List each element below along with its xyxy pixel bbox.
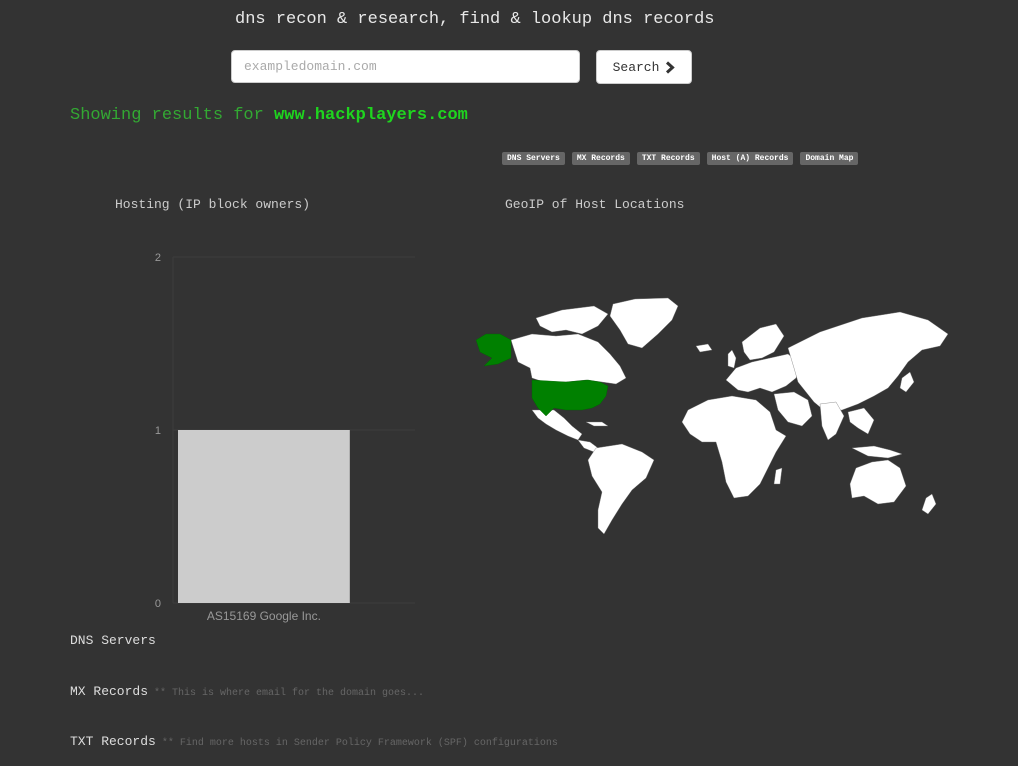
map-indonesia (851, 445, 903, 459)
results-domain: www.hackplayers.com (274, 106, 468, 125)
map-greenland (609, 297, 679, 349)
mx-records-heading: MX Records (70, 684, 149, 699)
map-southeast-asia (847, 407, 875, 435)
map-madagascar (773, 467, 783, 485)
map-usa (531, 379, 609, 417)
map-new-zealand (921, 493, 937, 515)
results-heading: Showing results for www.hackplayers.com (70, 106, 468, 125)
geoip-world-map (475, 297, 949, 535)
map-japan (899, 371, 915, 393)
nav-dns-servers-button[interactable]: DNS Servers (502, 152, 565, 165)
results-prefix: Showing results for (70, 106, 275, 125)
map-scandinavia (741, 323, 785, 361)
mx-records-section: MX Records ** This is where email for the… (70, 682, 424, 700)
map-canada (510, 333, 627, 385)
nav-domain-map-button[interactable]: Domain Map (800, 152, 859, 165)
map-australia (849, 459, 907, 505)
chart-bar (178, 430, 350, 603)
map-iceland (695, 343, 713, 353)
chevron-right-icon (665, 60, 676, 74)
section-nav: DNS Servers MX Records TXT Records Host … (502, 152, 859, 165)
search-button-label: Search (612, 59, 660, 75)
map-asia (787, 311, 949, 413)
dns-servers-heading: DNS Servers (70, 633, 156, 648)
hosting-title: Hosting (IP block owners) (115, 197, 311, 212)
chart-y-tick-label: 2 (155, 252, 161, 264)
map-middle-east (773, 391, 813, 427)
dns-servers-section: DNS Servers (70, 631, 156, 649)
chart-y-tick-label: 0 (155, 598, 161, 610)
map-europe (725, 353, 801, 393)
geoip-title: GeoIP of Host Locations (505, 197, 685, 212)
page-tagline: dns recon & research, find & lookup dns … (235, 10, 715, 29)
map-alaska (475, 333, 512, 367)
mx-records-note: ** This is where email for the domain go… (154, 688, 425, 699)
map-cuba (585, 421, 609, 427)
chart-x-tick-label: AS15169 Google Inc. (207, 609, 321, 623)
map-mexico (531, 409, 583, 441)
map-africa (681, 395, 787, 499)
map-uk (727, 349, 737, 369)
hosting-bar-chart: 0 1 2 AS15169 Google Inc. (155, 252, 415, 623)
domain-search-input[interactable] (231, 50, 580, 83)
search-button[interactable]: Search (596, 50, 692, 84)
chart-y-tick-label: 1 (155, 425, 161, 437)
nav-host-records-button[interactable]: Host (A) Records (706, 152, 794, 165)
map-south-america (587, 443, 655, 535)
txt-records-note: ** Find more hosts in Sender Policy Fram… (161, 738, 558, 749)
txt-records-section: TXT Records ** Find more hosts in Sender … (70, 732, 558, 750)
txt-records-heading: TXT Records (70, 734, 156, 749)
map-canada-islands (535, 305, 609, 335)
nav-txt-records-button[interactable]: TXT Records (636, 152, 700, 165)
nav-mx-records-button[interactable]: MX Records (571, 152, 630, 165)
